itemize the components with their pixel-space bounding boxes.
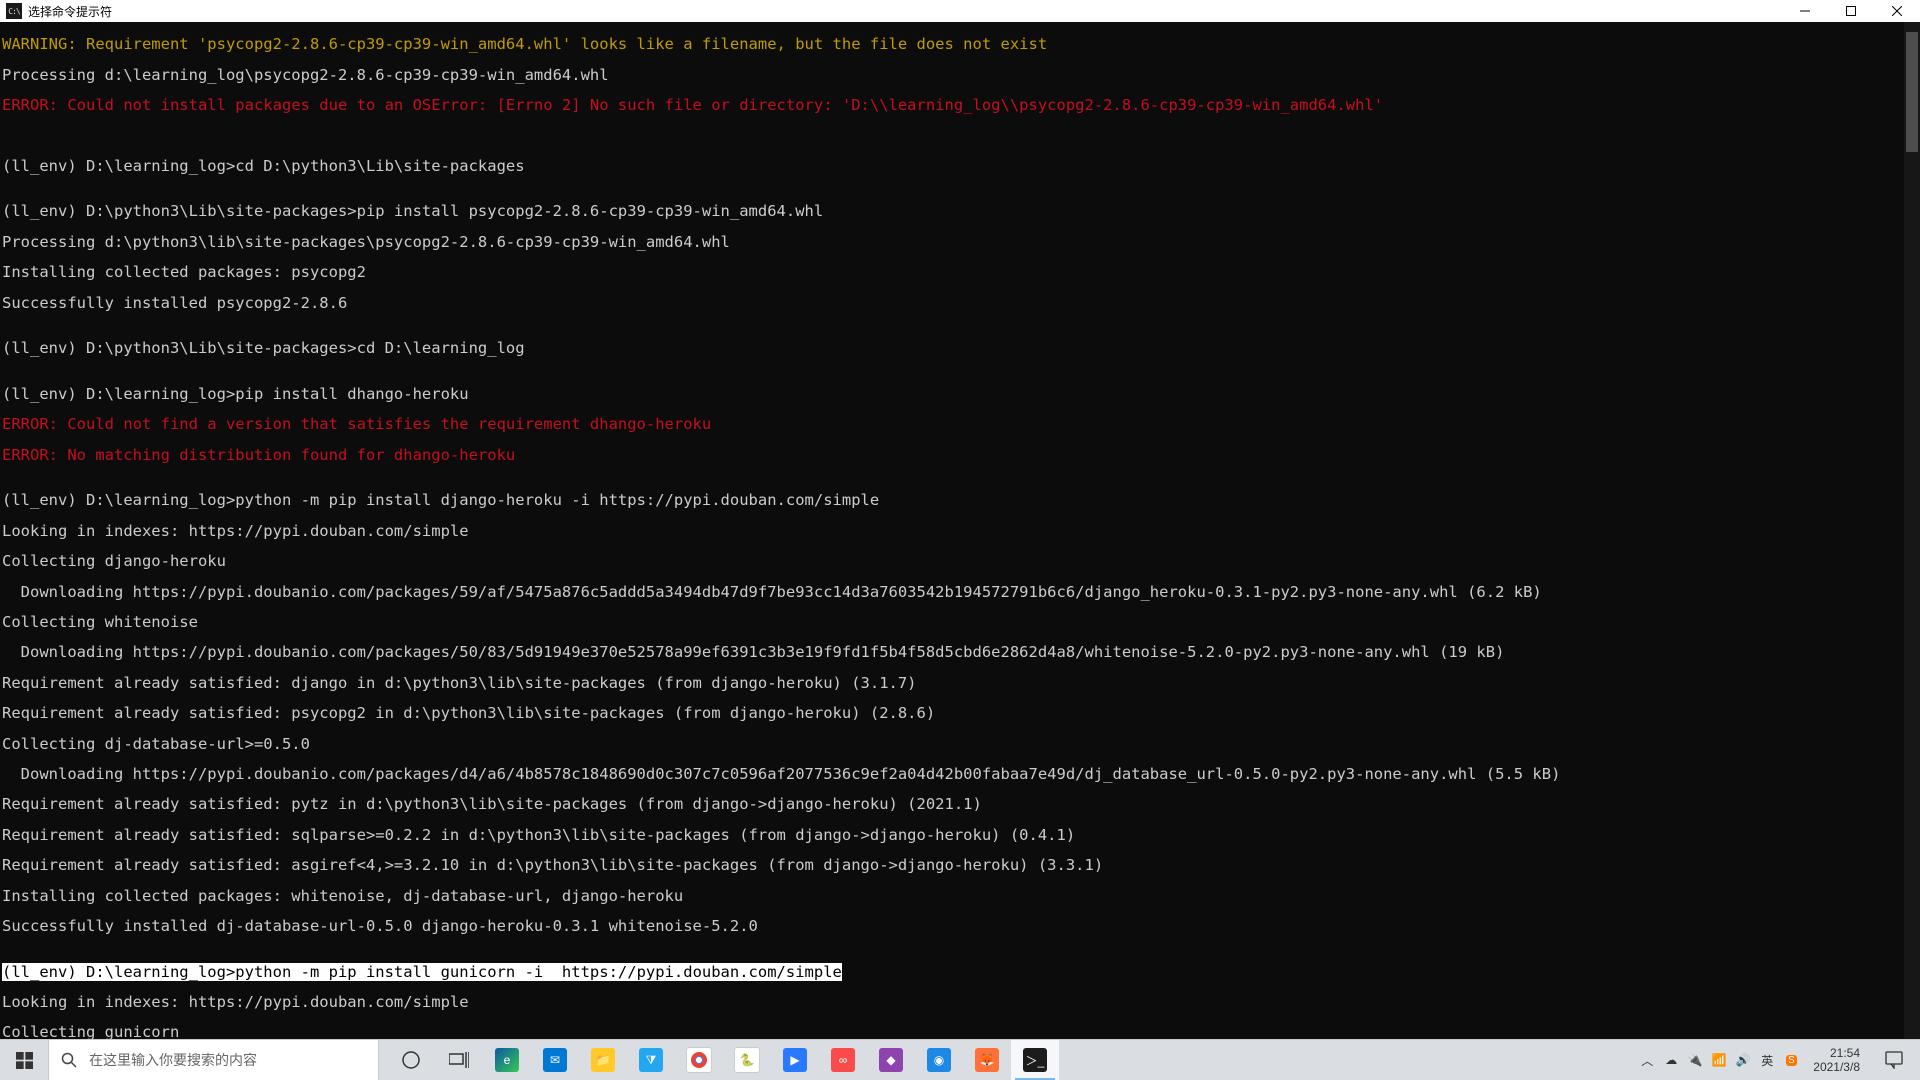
output-line: Processing d:\python3\lib\site-packages\… [2, 235, 1918, 250]
output-line: Collecting django-heroku [2, 554, 1918, 569]
taskbar-search[interactable]: 在这里输入你要搜索的内容 [48, 1040, 379, 1080]
tray-clock[interactable]: 21:54 2021/3/8 [1807, 1046, 1866, 1074]
tray-volume-icon[interactable]: 🔊 [1735, 1052, 1751, 1068]
app-todesk[interactable]: ▶ [771, 1040, 819, 1080]
app-visual-studio[interactable]: ◆ [867, 1040, 915, 1080]
output-line: Successfully installed psycopg2-2.8.6 [2, 296, 1918, 311]
output-line: Collecting whitenoise [2, 615, 1918, 630]
command-prompt-window: C:\ 选择命令提示符 WARNING: Requirement 'psycop… [0, 0, 1920, 1040]
app-edge[interactable]: e [483, 1040, 531, 1080]
output-line: Looking in indexes: https://pypi.douban.… [2, 524, 1918, 539]
output-line: Processing d:\learning_log\psycopg2-2.8.… [2, 68, 1918, 83]
minimize-button[interactable] [1782, 0, 1828, 22]
tray-power-icon[interactable]: 🔌 [1687, 1052, 1703, 1068]
maximize-button[interactable] [1828, 0, 1874, 22]
output-line: Collecting gunicorn [2, 1025, 1918, 1040]
output-line: Installing collected packages: psycopg2 [2, 265, 1918, 280]
output-line: Downloading https://pypi.doubanio.com/pa… [2, 585, 1918, 600]
output-line: Downloading https://pypi.doubanio.com/pa… [2, 645, 1918, 660]
vertical-scrollbar[interactable] [1904, 22, 1920, 1040]
close-button[interactable] [1874, 0, 1920, 22]
system-tray: ︿ ☁ 🔌 📶 🔊 英 S 21:54 2021/3/8 [1639, 1040, 1920, 1080]
app-explorer[interactable]: 📁 [579, 1040, 627, 1080]
prompt-line: (ll_env) D:\learning_log>cd D:\python3\L… [2, 159, 1918, 174]
output-line: Installing collected packages: whitenois… [2, 889, 1918, 904]
output-line: Requirement already satisfied: asgiref<4… [2, 858, 1918, 873]
prompt-line: (ll_env) D:\python3\Lib\site-packages>cd… [2, 341, 1918, 356]
output-line: Collecting dj-database-url>=0.5.0 [2, 737, 1918, 752]
app-vscode[interactable]: ⧩ [627, 1040, 675, 1080]
tray-time: 21:54 [1813, 1046, 1860, 1060]
search-icon [61, 1052, 77, 1068]
app-command-prompt[interactable]: ＞_ [1011, 1040, 1059, 1080]
taskbar-apps: e ✉ 📁 ⧩ 🐍 ▶ ∞ ◆ ◉ 🦊 ＞_ [379, 1040, 1059, 1080]
taskbar: 在这里输入你要搜索的内容 e ✉ 📁 ⧩ 🐍 ▶ ∞ ◆ ◉ 🦊 ＞_ ︿ ☁ … [0, 1039, 1920, 1080]
tray-show-hidden-icon[interactable]: ︿ [1639, 1052, 1655, 1068]
tray-onedrive-icon[interactable]: ☁ [1663, 1052, 1679, 1068]
terminal-output[interactable]: WARNING: Requirement 'psycopg2-2.8.6-cp3… [0, 22, 1920, 1040]
app-icon: C:\ [6, 3, 22, 19]
prompt-line: (ll_env) D:\learning_log>pip install dha… [2, 387, 1918, 402]
output-line: Requirement already satisfied: sqlparse>… [2, 828, 1918, 843]
prompt-line-selected: (ll_env) D:\learning_log>python -m pip i… [2, 965, 1918, 980]
tray-sogou-icon[interactable]: S [1783, 1052, 1799, 1068]
output-line: Looking in indexes: https://pypi.douban.… [2, 995, 1918, 1010]
output-line: Downloading https://pypi.doubanio.com/pa… [2, 767, 1918, 782]
error-line: ERROR: No matching distribution found fo… [2, 448, 1918, 463]
output-line: Requirement already satisfied: pytz in d… [2, 797, 1918, 812]
window-title: 选择命令提示符 [28, 3, 112, 20]
prompt-line: (ll_env) D:\python3\Lib\site-packages>pi… [2, 204, 1918, 219]
action-center-button[interactable] [1874, 1040, 1914, 1080]
start-button[interactable] [0, 1040, 48, 1080]
titlebar[interactable]: C:\ 选择命令提示符 [0, 0, 1920, 22]
task-view-button[interactable] [435, 1040, 483, 1080]
output-line: Successfully installed dj-database-url-0… [2, 919, 1918, 934]
scrollbar-thumb[interactable] [1906, 32, 1918, 152]
app-firefox[interactable]: 🦊 [963, 1040, 1011, 1080]
tray-network-icon[interactable]: 📶 [1711, 1052, 1727, 1068]
app-sparkler[interactable]: ◉ [915, 1040, 963, 1080]
search-placeholder: 在这里输入你要搜索的内容 [89, 1050, 257, 1070]
warning-line: WARNING: Requirement 'psycopg2-2.8.6-cp3… [2, 37, 1918, 52]
error-line: ERROR: Could not install packages due to… [2, 98, 1918, 113]
app-chrome[interactable] [675, 1040, 723, 1080]
cortana-button[interactable] [387, 1040, 435, 1080]
app-python[interactable]: 🐍 [723, 1040, 771, 1080]
tray-ime-icon[interactable]: 英 [1759, 1052, 1775, 1068]
output-line: Requirement already satisfied: django in… [2, 676, 1918, 691]
app-baidu-netdisk[interactable]: ∞ [819, 1040, 867, 1080]
error-line: ERROR: Could not find a version that sat… [2, 417, 1918, 432]
output-line: Requirement already satisfied: psycopg2 … [2, 706, 1918, 721]
prompt-line: (ll_env) D:\learning_log>python -m pip i… [2, 493, 1918, 508]
tray-date: 2021/3/8 [1813, 1060, 1860, 1074]
app-mail[interactable]: ✉ [531, 1040, 579, 1080]
